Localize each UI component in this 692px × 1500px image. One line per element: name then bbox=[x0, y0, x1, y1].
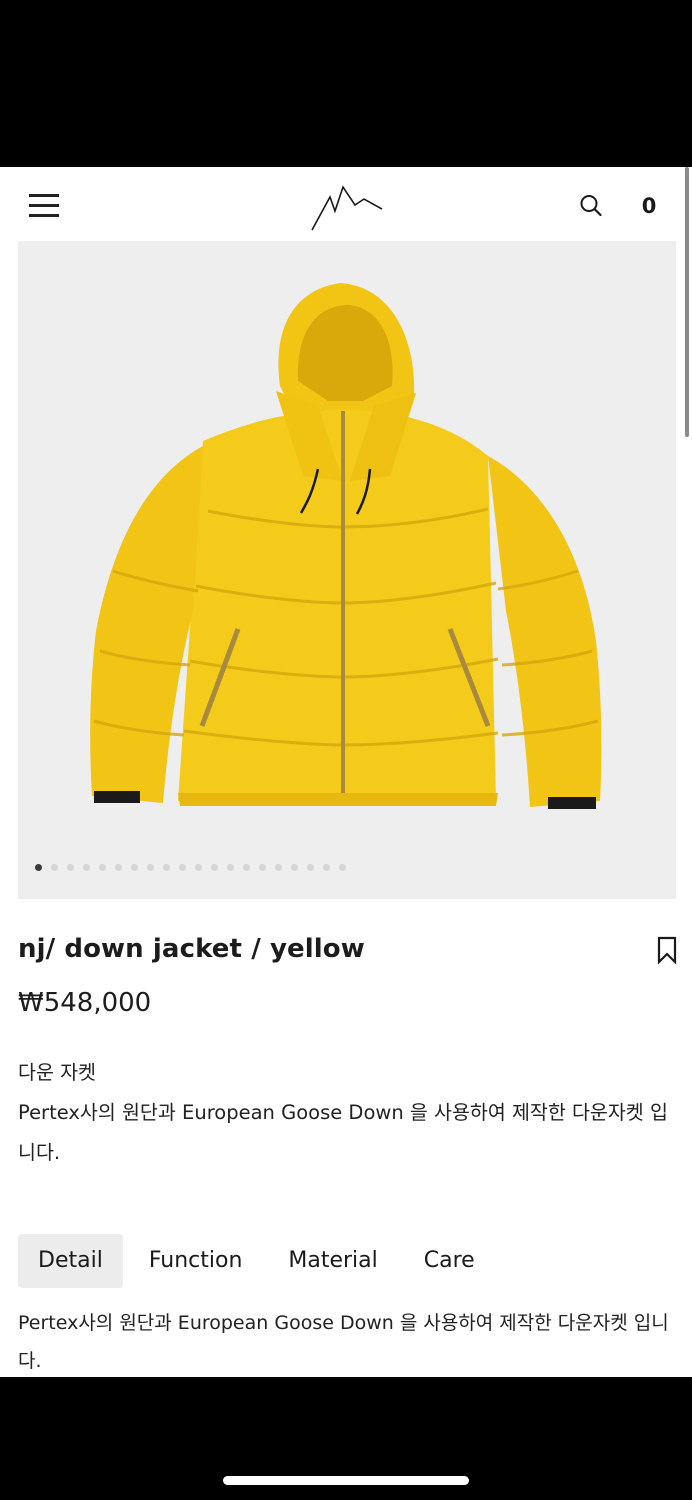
gallery-dot[interactable] bbox=[99, 864, 106, 871]
description-line: Pertex사의 원단과 European Goose Down 을 사용하여 … bbox=[18, 1101, 668, 1164]
product-title: nj/ down jacket / yellow bbox=[18, 934, 365, 964]
gallery-dot[interactable] bbox=[211, 864, 218, 871]
gallery-dot[interactable] bbox=[243, 864, 250, 871]
search-icon[interactable] bbox=[577, 192, 605, 220]
gallery-dot[interactable] bbox=[259, 864, 266, 871]
gallery-dot[interactable] bbox=[323, 864, 330, 871]
product-description: 다운 자켓 Pertex사의 원단과 European Goose Down 을… bbox=[18, 1053, 678, 1173]
gallery-dot[interactable] bbox=[227, 864, 234, 871]
gallery-dot[interactable] bbox=[291, 864, 298, 871]
product-image-gallery[interactable] bbox=[18, 241, 676, 899]
tab-care[interactable]: Care bbox=[404, 1234, 495, 1288]
header: 0 bbox=[0, 167, 692, 243]
gallery-dot[interactable] bbox=[35, 864, 42, 871]
tab-detail[interactable]: Detail bbox=[18, 1234, 123, 1288]
gallery-dot[interactable] bbox=[51, 864, 58, 871]
gallery-dot[interactable] bbox=[275, 864, 282, 871]
gallery-dot[interactable] bbox=[339, 864, 346, 871]
tab-function[interactable]: Function bbox=[129, 1234, 263, 1288]
home-indicator[interactable] bbox=[223, 1476, 469, 1485]
gallery-dot[interactable] bbox=[131, 864, 138, 871]
description-line: 다운 자켓 bbox=[18, 1061, 96, 1084]
menu-button[interactable] bbox=[29, 194, 59, 218]
gallery-dot[interactable] bbox=[83, 864, 90, 871]
gallery-pagination bbox=[35, 864, 346, 872]
tab-content: Pertex사의 원단과 European Goose Down 을 사용하여 … bbox=[18, 1312, 669, 1372]
gallery-dot[interactable] bbox=[179, 864, 186, 871]
gallery-dot[interactable] bbox=[163, 864, 170, 871]
product-page: 0 nj/ down jacket / yellow ₩548,000 다운 자… bbox=[0, 167, 692, 1377]
info-tabs: Detail Function Material Care bbox=[18, 1234, 495, 1288]
gallery-dot[interactable] bbox=[115, 864, 122, 871]
jacket-illustration bbox=[90, 283, 602, 809]
product-price: ₩548,000 bbox=[18, 988, 152, 1018]
gallery-dot[interactable] bbox=[147, 864, 154, 871]
bookmark-icon[interactable] bbox=[655, 936, 679, 964]
status-bar-area bbox=[0, 0, 692, 167]
cart-count[interactable]: 0 bbox=[632, 191, 666, 221]
gallery-dot[interactable] bbox=[195, 864, 202, 871]
tab-material[interactable]: Material bbox=[268, 1234, 397, 1288]
gallery-dot[interactable] bbox=[67, 864, 74, 871]
gallery-dot[interactable] bbox=[307, 864, 314, 871]
mountain-logo[interactable] bbox=[308, 181, 384, 233]
jacket-image bbox=[90, 283, 602, 809]
